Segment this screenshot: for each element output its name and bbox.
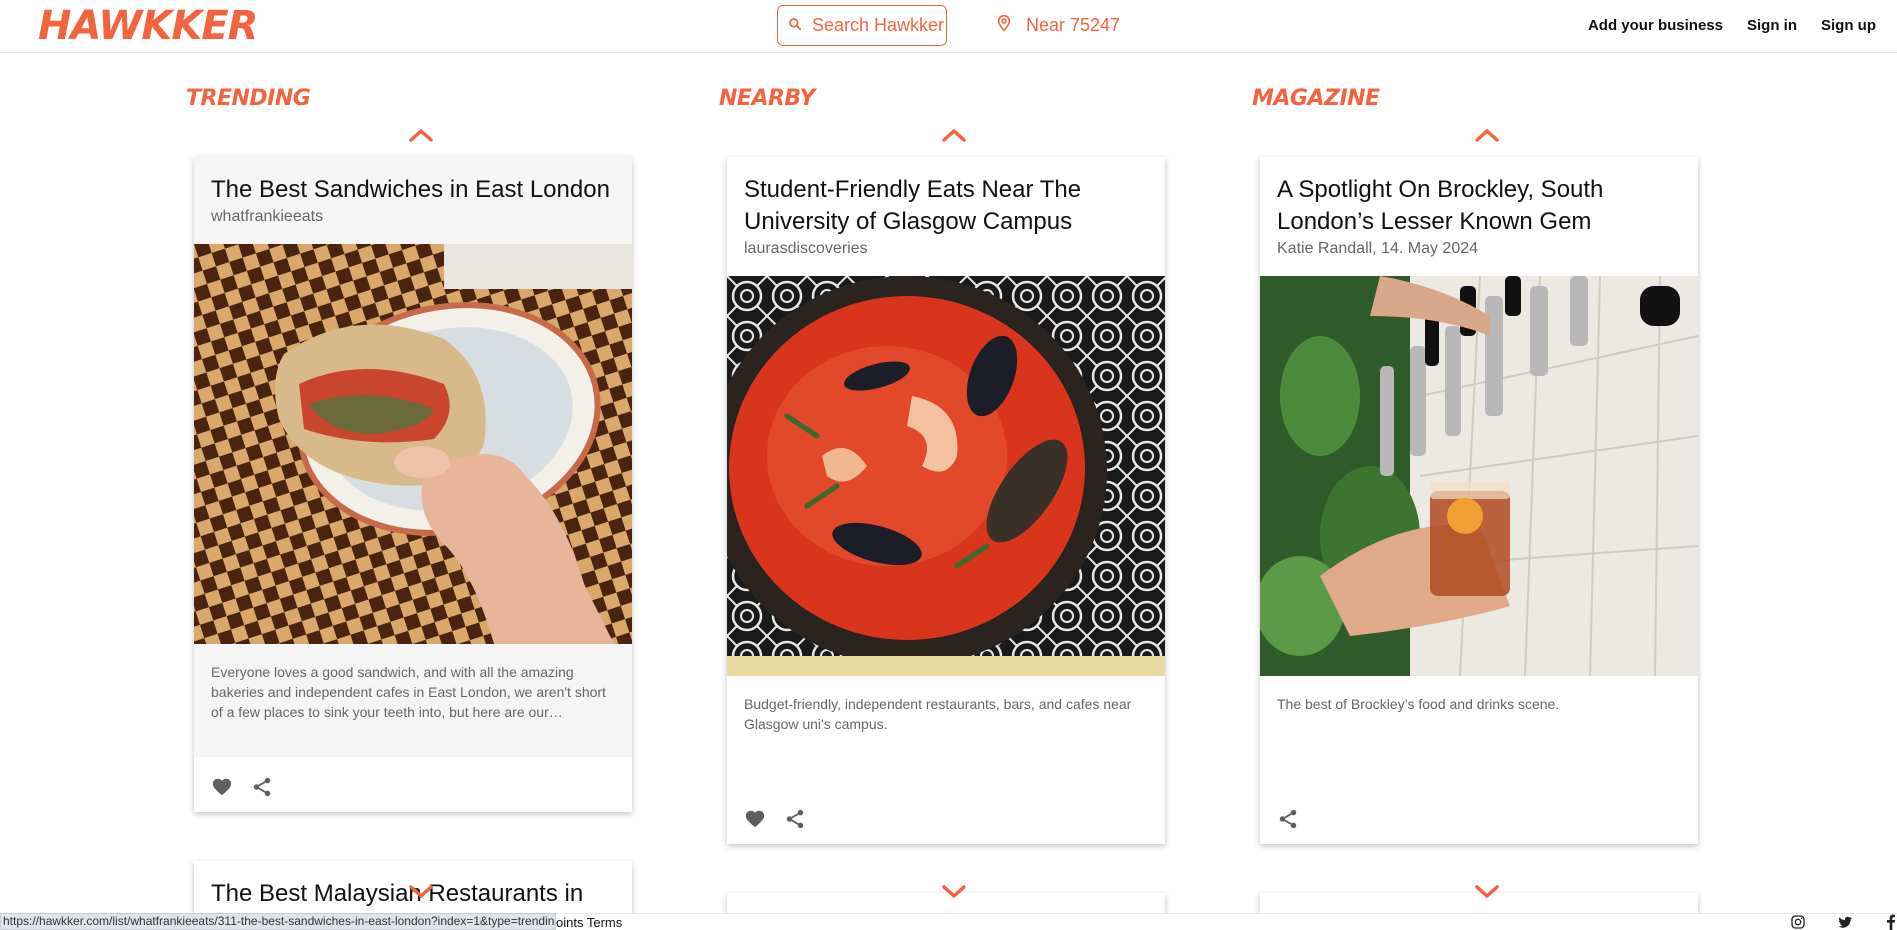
card-author[interactable]: whatfrankieeats	[211, 208, 615, 244]
header-nav: Add your business Sign in Sign up	[1588, 0, 1876, 50]
seafood-stew-photo[interactable]	[727, 276, 1165, 676]
trending-card[interactable]: The Best Sandwiches in East London whatf…	[194, 157, 632, 812]
chevron-up-icon	[409, 129, 433, 142]
heart-icon[interactable]	[744, 808, 768, 832]
share-icon[interactable]	[1277, 808, 1301, 832]
sandwich-photo[interactable]	[194, 244, 632, 644]
location-pin-icon	[996, 14, 1012, 37]
card-actions	[211, 776, 275, 800]
trending-scroll-up-button[interactable]	[408, 127, 434, 143]
chevron-up-icon	[942, 129, 966, 142]
card-description: Budget-friendly, independent restaurants…	[744, 696, 1132, 732]
nearby-card[interactable]: Student-Friendly Eats Near The Universit…	[727, 157, 1165, 844]
chevron-down-icon	[942, 885, 966, 898]
card-actions	[1277, 808, 1301, 832]
card-title[interactable]: A Spotlight On Brockley, South London’s …	[1277, 174, 1681, 238]
beer-tap-photo[interactable]	[1260, 276, 1698, 676]
sign-up-link[interactable]: Sign up	[1821, 17, 1876, 34]
chevron-down-icon	[1475, 885, 1499, 898]
add-business-link[interactable]: Add your business	[1588, 17, 1723, 34]
card-header: Student-Friendly Eats Near The Universit…	[727, 157, 1165, 276]
nearby-scroll-up-button[interactable]	[941, 127, 967, 143]
trending-scroll-down-button[interactable]	[408, 884, 434, 900]
nearby-scroll-down-button[interactable]	[941, 884, 967, 900]
hawkker-logo[interactable]: HAWKKER	[38, 3, 258, 49]
sign-in-link[interactable]: Sign in	[1747, 17, 1797, 34]
chevron-up-icon	[1475, 129, 1499, 142]
share-icon[interactable]	[784, 808, 808, 832]
location-selector[interactable]: Near 75247	[996, 5, 1120, 46]
search-button[interactable]: Search Hawkker	[777, 5, 947, 46]
nearby-heading: NEARBY	[719, 86, 815, 111]
card-description: The best of Brockley’s food and drinks s…	[1277, 696, 1560, 712]
card-author[interactable]: laurasdiscoveries	[744, 240, 1148, 276]
trending-heading: TRENDING	[186, 86, 311, 111]
magazine-heading: MAGAZINE	[1252, 86, 1380, 111]
magazine-card[interactable]: A Spotlight On Brockley, South London’s …	[1260, 157, 1698, 844]
search-icon	[788, 15, 802, 36]
card-description: Everyone loves a good sandwich, and with…	[194, 644, 632, 757]
card-author[interactable]: Katie Randall, 14. May 2024	[1277, 240, 1681, 276]
magazine-scroll-up-button[interactable]	[1474, 127, 1500, 143]
card-header: A Spotlight On Brockley, South London’s …	[1260, 157, 1698, 276]
facebook-icon[interactable]	[1885, 914, 1897, 930]
card-title[interactable]: The Best Sandwiches in East London	[211, 174, 615, 206]
magazine-scroll-down-button[interactable]	[1474, 884, 1500, 900]
instagram-icon[interactable]	[1790, 914, 1806, 930]
top-header: HAWKKER Search Hawkker Near 75247 Add yo…	[0, 0, 1897, 53]
chevron-down-icon	[409, 885, 433, 898]
location-label: Near 75247	[1026, 15, 1121, 35]
footer-links[interactable]: oints Terms	[556, 915, 622, 930]
card-title[interactable]: Student-Friendly Eats Near The Universit…	[744, 174, 1148, 238]
twitter-icon[interactable]	[1837, 914, 1853, 930]
heart-icon[interactable]	[211, 776, 235, 800]
card-actions	[744, 808, 808, 832]
search-placeholder: Search Hawkker	[812, 15, 945, 35]
browser-status-url: https://hawkker.com/list/whatfrankieeats…	[0, 913, 556, 930]
share-icon[interactable]	[251, 776, 275, 800]
card-header: The Best Sandwiches in East London whatf…	[194, 157, 632, 244]
